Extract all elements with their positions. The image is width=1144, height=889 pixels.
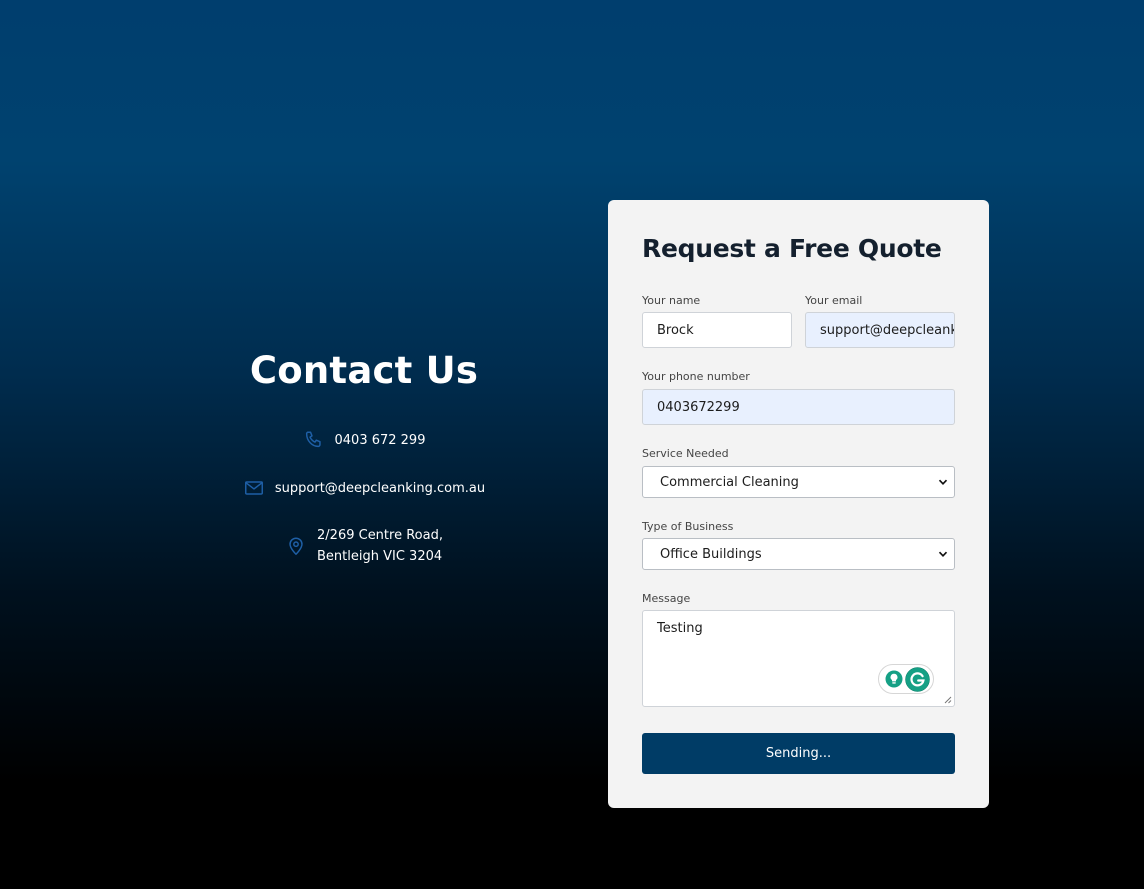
grammarly-widget[interactable]: [878, 664, 934, 694]
submit-button[interactable]: Sending...: [642, 733, 955, 774]
lightbulb-icon[interactable]: [885, 670, 903, 688]
phone-input[interactable]: 0403672299: [642, 389, 955, 425]
form-title: Request a Free Quote: [642, 234, 942, 263]
message-label: Message: [642, 592, 691, 605]
service-label: Service Needed: [642, 447, 729, 460]
contact-email-row[interactable]: support@deepcleanking.com.au: [220, 477, 508, 499]
phone-icon: [303, 429, 325, 451]
email-input[interactable]: support@deepcleanking.com.au: [805, 312, 955, 348]
business-select[interactable]: Office Buildings: [642, 538, 955, 570]
business-select-value: Office Buildings: [660, 546, 762, 562]
name-input[interactable]: Brock: [642, 312, 792, 348]
quote-form-card: Request a Free Quote Your name Brock You…: [608, 200, 989, 808]
message-textarea[interactable]: Testing: [642, 610, 955, 707]
service-select-value: Commercial Cleaning: [660, 474, 799, 490]
address-line-1: 2/269 Centre Road,: [317, 528, 443, 543]
chevron-down-icon: [938, 551, 948, 558]
contact-title: Contact Us: [249, 349, 479, 392]
address-line-2: Bentleigh VIC 3204: [317, 549, 443, 564]
phone-label: Your phone number: [642, 370, 750, 383]
contact-address-row: 2/269 Centre Road, Bentleigh VIC 3204: [220, 525, 508, 567]
email-label: Your email: [805, 294, 863, 307]
resize-handle-icon[interactable]: [944, 696, 952, 704]
service-select[interactable]: Commercial Cleaning: [642, 466, 955, 498]
message-value: Testing: [657, 621, 703, 636]
contact-email: support@deepcleanking.com.au: [274, 480, 486, 496]
contact-phone: 0403 672 299: [334, 432, 426, 448]
contact-section: Contact Us 0403 672 299 support@deepclea…: [220, 345, 508, 564]
location-pin-icon: [285, 535, 307, 557]
chevron-down-icon: [938, 479, 948, 486]
business-label: Type of Business: [642, 520, 734, 533]
contact-phone-row[interactable]: 0403 672 299: [220, 429, 508, 451]
mail-icon: [243, 477, 265, 499]
grammarly-icon[interactable]: [905, 667, 930, 692]
contact-address: 2/269 Centre Road, Bentleigh VIC 3204: [317, 525, 443, 567]
name-label: Your name: [642, 294, 701, 307]
